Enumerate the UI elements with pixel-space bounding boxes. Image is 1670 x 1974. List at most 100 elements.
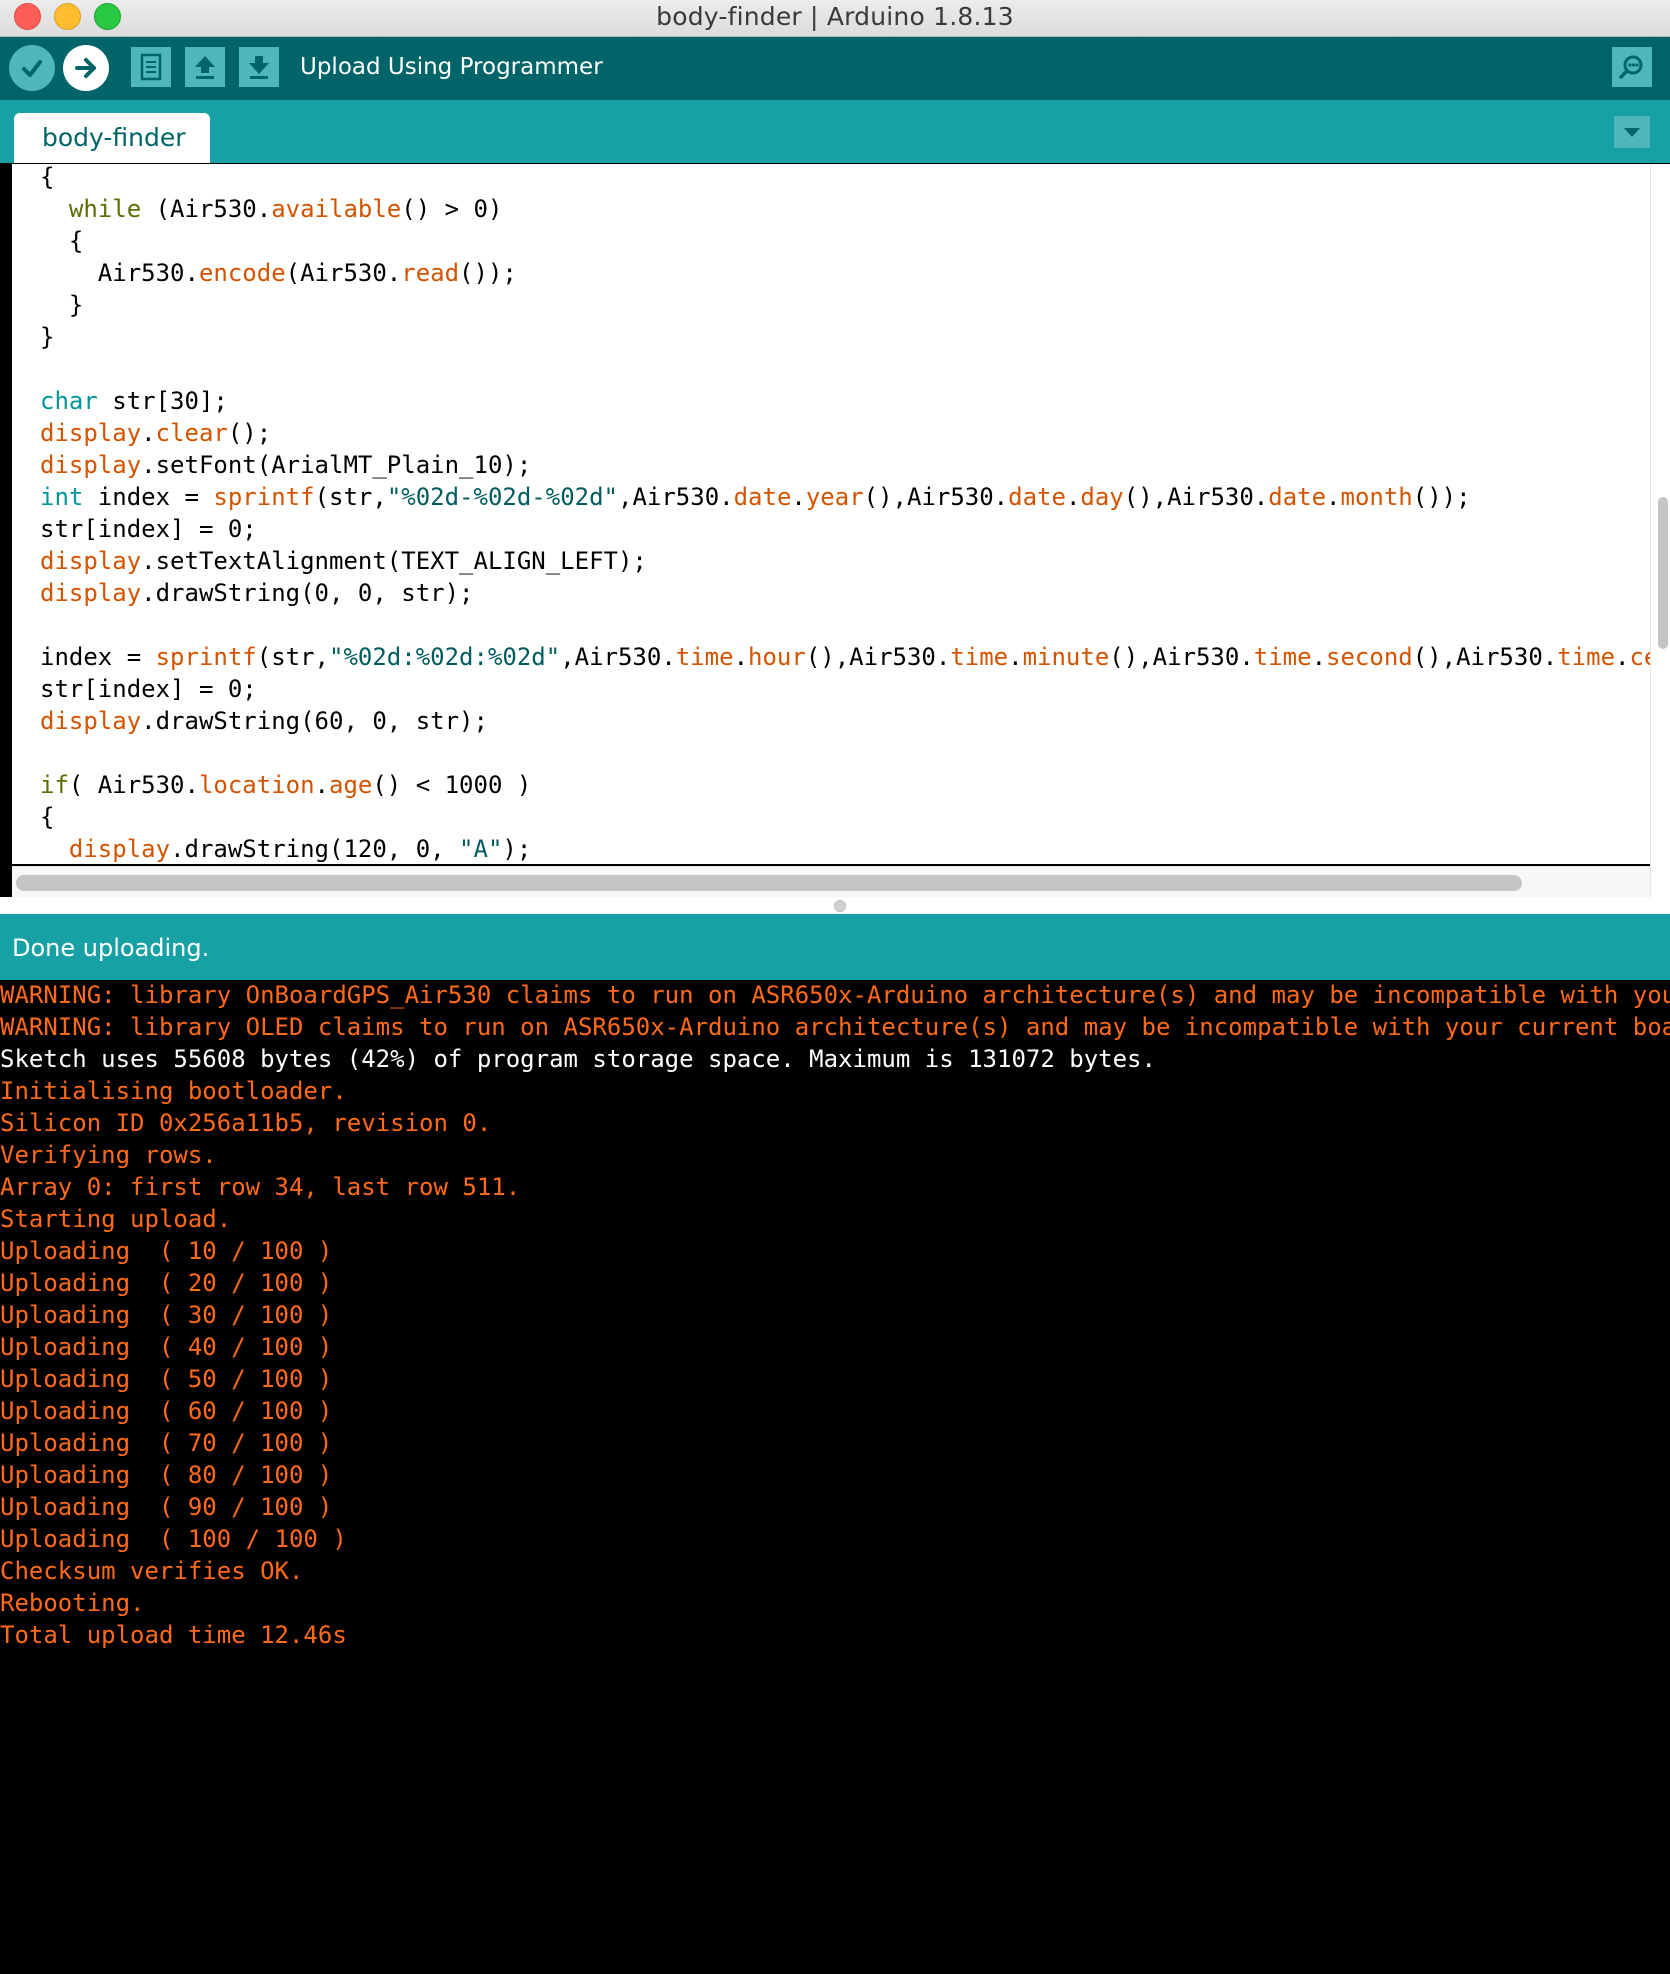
- code-token: }: [68, 291, 84, 319]
- code-editor[interactable]: { while (Air530.available() > 0) { Air53…: [12, 164, 1650, 864]
- magnifier-icon: [1619, 55, 1643, 79]
- code-token: display: [40, 419, 142, 447]
- code-line: if( Air530.location.age() < 1000 ): [40, 769, 1650, 801]
- console-line: Uploading ( 50 / 100 ): [0, 1365, 333, 1393]
- open-button[interactable]: [185, 47, 225, 87]
- code-token: (Air530.: [285, 259, 402, 287]
- code-line: while (Air530.available() > 0): [40, 193, 1650, 225]
- console-line: Uploading ( 40 / 100 ): [0, 1333, 333, 1361]
- console-line: Array 0: first row 34, last row 511.: [0, 1173, 521, 1201]
- arrow-down-icon: [249, 56, 269, 79]
- console-line: Uploading ( 20 / 100 ): [0, 1269, 333, 1297]
- split-divider[interactable]: [0, 897, 1670, 914]
- code-token: time: [1557, 643, 1616, 671]
- code-token: "%02d:%02d:%02d": [329, 643, 561, 671]
- window-title: body-finder | Arduino 1.8.13: [656, 2, 1014, 31]
- code-token: month: [1340, 483, 1413, 511]
- code-token: {: [68, 227, 84, 255]
- code-token: display: [40, 579, 142, 607]
- tab-menu-button[interactable]: [1614, 116, 1650, 148]
- console-line: Checksum verifies OK.: [0, 1557, 304, 1585]
- console-line: Silicon ID 0x256a11b5, revision 0.: [0, 1109, 492, 1137]
- verify-button[interactable]: [9, 45, 55, 91]
- code-token: index =: [83, 483, 214, 511]
- code-line: str[index] = 0;: [40, 673, 1650, 705]
- code-line: display.drawString(60, 0, str);: [40, 705, 1650, 737]
- code-token: );: [502, 835, 532, 863]
- code-token: () > 0): [401, 195, 503, 223]
- code-token: display: [40, 707, 142, 735]
- vertical-scrollbar-thumb[interactable]: [1658, 497, 1668, 649]
- console-line: Starting upload.: [0, 1205, 232, 1233]
- code-line: display.clear();: [40, 417, 1650, 449]
- code-token: second: [1326, 643, 1413, 671]
- code-text: { while (Air530.available() > 0) { Air53…: [40, 164, 1650, 864]
- horizontal-scrollbar-track[interactable]: [12, 866, 1650, 897]
- code-token: ();: [227, 419, 272, 447]
- toolbar-hover-label: Upload Using Programmer: [300, 54, 603, 80]
- code-token: .drawString(0, 0, str);: [141, 579, 474, 607]
- arduino-ide-window: body-finder | Arduino 1.8.13 Upload Usin…: [0, 0, 1670, 1974]
- code-token: display: [40, 547, 142, 575]
- code-token: str[index] = 0;: [40, 675, 257, 703]
- code-token: (str,: [256, 643, 329, 671]
- console-line: Uploading ( 30 / 100 ): [0, 1301, 333, 1329]
- new-sketch-button[interactable]: [131, 47, 171, 87]
- code-line: index = sprintf(str,"%02d:%02d:%02d",Air…: [40, 641, 1650, 673]
- serial-monitor-button[interactable]: [1612, 47, 1652, 87]
- code-token: (str,: [314, 483, 387, 511]
- code-token: .setFont(ArialMT_Plain_10);: [141, 451, 532, 479]
- console-line: Uploading ( 70 / 100 ): [0, 1429, 333, 1457]
- code-token: ,Air530.: [560, 643, 676, 671]
- output-console[interactable]: WARNING: library OnBoardGPS_Air530 claim…: [0, 980, 1670, 1974]
- code-token: () < 1000 ): [372, 771, 532, 799]
- code-token: "A": [459, 835, 503, 863]
- code-token: .: [141, 419, 156, 447]
- arrow-up-icon: [195, 56, 215, 79]
- code-token: Air530.: [97, 259, 199, 287]
- code-token: day: [1080, 483, 1124, 511]
- code-line: }: [40, 289, 1650, 321]
- code-token: encode: [198, 259, 286, 287]
- code-token: str[index] = 0;: [40, 515, 257, 543]
- code-line: str[index] = 0;: [40, 513, 1650, 545]
- code-line: }: [40, 321, 1650, 353]
- chevron-down-icon: [1624, 128, 1640, 137]
- code-token: location: [198, 771, 315, 799]
- save-button[interactable]: [239, 47, 279, 87]
- code-token: .: [791, 483, 806, 511]
- console-line: Verifying rows.: [0, 1141, 217, 1169]
- code-line: {: [40, 225, 1650, 257]
- code-token: time: [675, 643, 734, 671]
- upload-button[interactable]: [63, 45, 109, 91]
- code-token: display: [68, 835, 171, 863]
- tab-body-finder[interactable]: body-finder: [14, 113, 210, 163]
- code-token: display: [40, 451, 142, 479]
- console-line: Uploading ( 90 / 100 ): [0, 1493, 333, 1521]
- divider-handle-icon[interactable]: [834, 900, 846, 912]
- code-token: read: [401, 259, 460, 287]
- code-token: if: [40, 771, 69, 799]
- code-token: }: [40, 323, 55, 351]
- code-line: char str[30];: [40, 385, 1650, 417]
- code-token: .drawString(60, 0, str);: [141, 707, 488, 735]
- code-token: date: [1268, 483, 1327, 511]
- status-bar: Done uploading.: [0, 914, 1670, 980]
- console-line: Uploading ( 60 / 100 ): [0, 1397, 333, 1425]
- code-token: time: [1253, 643, 1312, 671]
- code-token: sprintf: [155, 643, 257, 671]
- code-token: {: [40, 803, 55, 831]
- code-token: while: [68, 195, 142, 223]
- arrow-right-icon: [75, 58, 96, 78]
- console-lines: WARNING: library OnBoardGPS_Air530 claim…: [0, 980, 1670, 1651]
- horizontal-scrollbar-thumb[interactable]: [16, 875, 1522, 891]
- code-token: clear: [155, 419, 228, 447]
- code-token: ,Air530.: [618, 483, 734, 511]
- code-token: int: [40, 483, 84, 511]
- console-line: Uploading ( 100 / 100 ): [0, 1525, 347, 1553]
- code-token: (Air530.: [141, 195, 272, 223]
- code-line: display.drawString(0, 0, str);: [40, 577, 1650, 609]
